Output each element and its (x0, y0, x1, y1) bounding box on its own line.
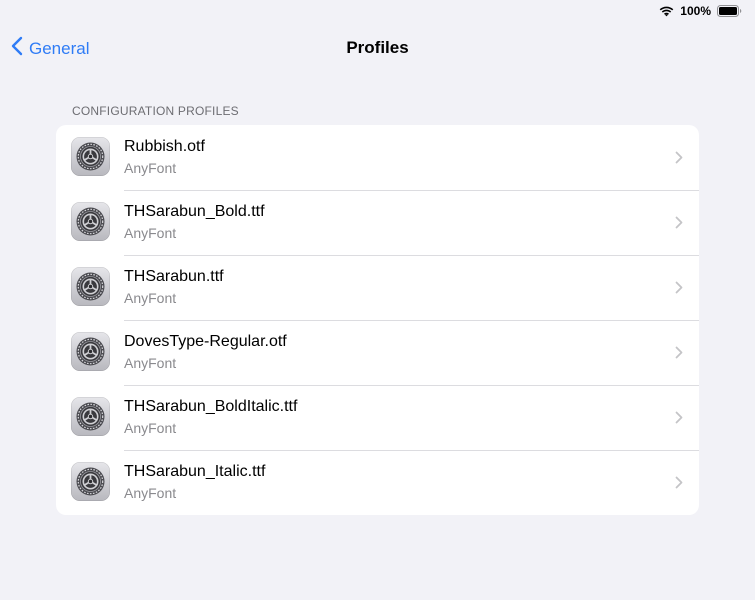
battery-icon (717, 5, 742, 17)
profile-name: THSarabun_BoldItalic.ttf (124, 398, 298, 415)
wifi-icon (659, 6, 674, 17)
page-title: Profiles (346, 38, 409, 57)
profile-name: DovesType-Regular.otf (124, 333, 287, 350)
chevron-right-icon (675, 151, 683, 164)
settings-gear-icon (71, 332, 110, 371)
navigation-bar: General Profiles (0, 30, 755, 66)
profile-row[interactable]: THSarabun_Bold.ttf AnyFont (56, 190, 699, 255)
profile-text: THSarabun.ttf AnyFont (124, 267, 224, 307)
profile-source: AnyFont (124, 290, 177, 306)
chevron-right-icon (675, 411, 683, 424)
profile-row[interactable]: THSarabun_Italic.ttf AnyFont (56, 450, 699, 515)
chevron-right-icon (675, 346, 683, 359)
profile-source: AnyFont (124, 355, 177, 371)
profile-name: THSarabun_Bold.ttf (124, 203, 265, 220)
profile-source: AnyFont (124, 485, 177, 501)
settings-gear-icon (71, 137, 110, 176)
settings-gear-icon (71, 397, 110, 436)
section-header: CONFIGURATION PROFILES (72, 104, 239, 118)
chevron-right-icon (675, 216, 683, 229)
profile-row[interactable]: DovesType-Regular.otf AnyFont (56, 320, 699, 385)
profile-row[interactable]: Rubbish.otf AnyFont (56, 125, 699, 190)
chevron-right-icon (675, 281, 683, 294)
profiles-list: Rubbish.otf AnyFont THSarabun_Bold.ttf A… (56, 125, 699, 515)
profile-name: THSarabun.ttf (124, 268, 224, 285)
profile-source: AnyFont (124, 420, 177, 436)
profile-row[interactable]: THSarabun.ttf AnyFont (56, 255, 699, 320)
profile-text: Rubbish.otf AnyFont (124, 137, 205, 177)
status-bar: 100% (0, 0, 755, 24)
settings-gear-icon (71, 267, 110, 306)
chevron-right-icon (675, 476, 683, 489)
profile-text: THSarabun_Italic.ttf AnyFont (124, 462, 265, 502)
battery-percent: 100% (680, 4, 711, 18)
profile-source: AnyFont (124, 160, 177, 176)
profile-text: THSarabun_BoldItalic.ttf AnyFont (124, 397, 297, 437)
status-indicators: 100% (659, 4, 742, 18)
settings-gear-icon (71, 202, 110, 241)
settings-gear-icon (71, 462, 110, 501)
profile-source: AnyFont (124, 225, 177, 241)
profile-text: THSarabun_Bold.ttf AnyFont (124, 202, 265, 242)
profile-name: THSarabun_Italic.ttf (124, 463, 266, 480)
profile-name: Rubbish.otf (124, 138, 205, 155)
profile-text: DovesType-Regular.otf AnyFont (124, 332, 287, 372)
profile-row[interactable]: THSarabun_BoldItalic.ttf AnyFont (56, 385, 699, 450)
